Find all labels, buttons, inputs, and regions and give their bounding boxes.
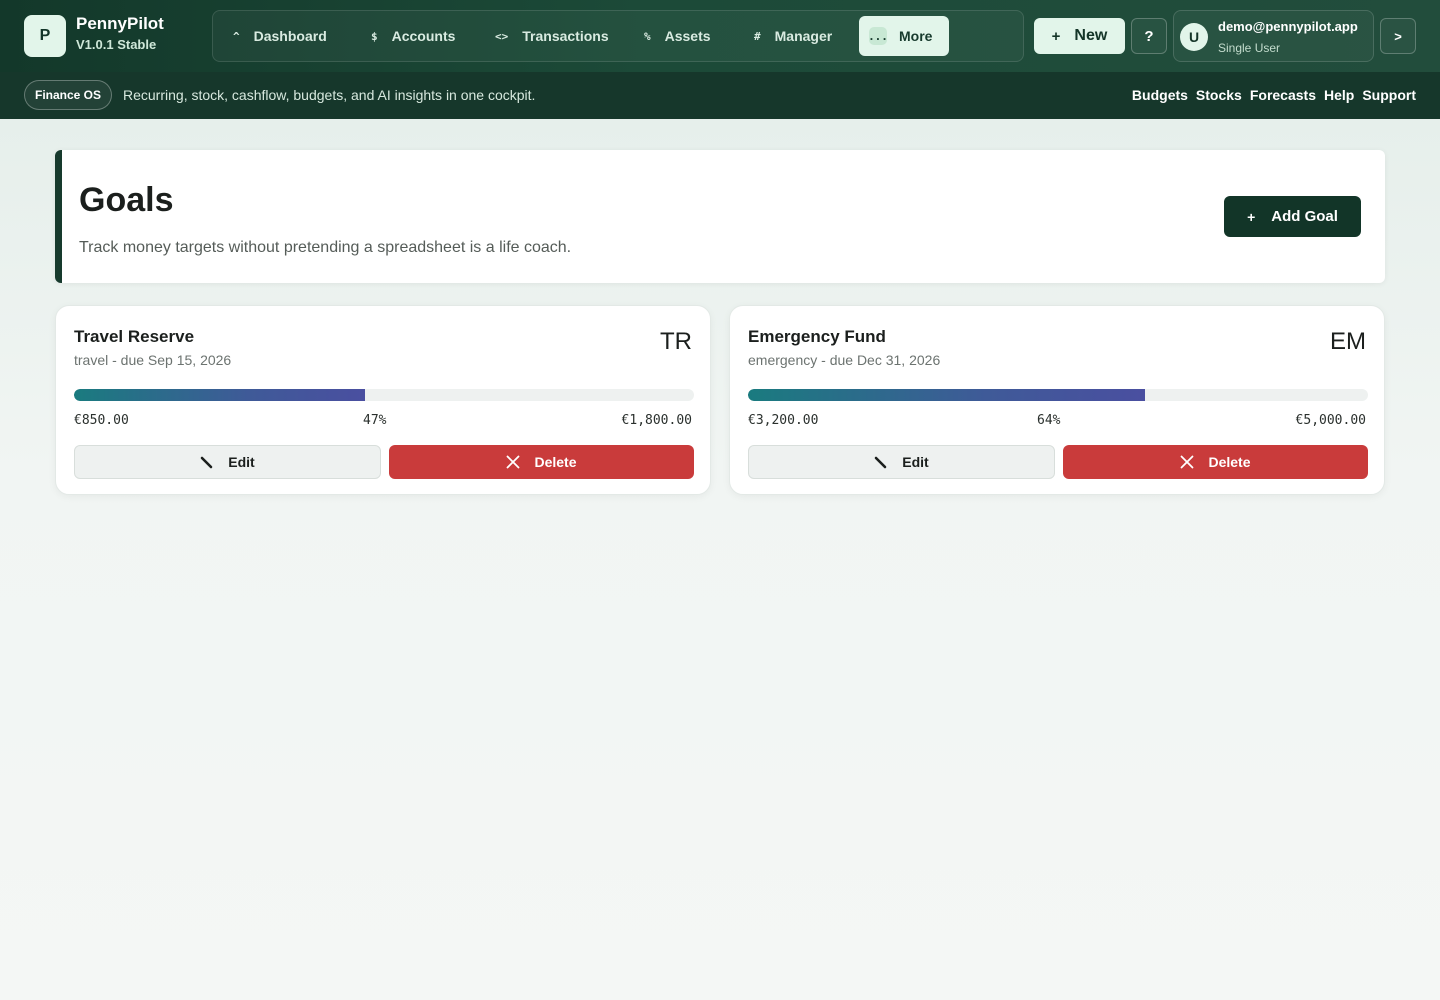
quick-link-support[interactable]: Support [1362, 87, 1416, 103]
collapse-button[interactable]: > [1380, 18, 1416, 54]
ellipsis-icon: ... [868, 27, 888, 45]
nav-item-more[interactable]: ... More [859, 16, 949, 56]
nav-item-label: Dashboard [253, 28, 327, 44]
edit-goal-button[interactable]: Edit [74, 445, 381, 479]
quick-link-budgets[interactable]: Budgets [1132, 87, 1188, 103]
user-menu[interactable]: U demo@pennypilot.app Single User [1173, 10, 1374, 62]
goal-progress-fill [748, 389, 1145, 401]
delete-label: Delete [534, 454, 577, 470]
goal-progress-bar [748, 389, 1368, 401]
edit-goal-button[interactable]: Edit [748, 445, 1055, 479]
dollar-icon: $ [371, 29, 378, 43]
pencil-icon [874, 455, 888, 469]
percent-icon: % [644, 29, 651, 43]
user-role: Single User [1218, 41, 1281, 55]
goal-name: Travel Reserve [74, 327, 195, 346]
goal-meta: travel - due Sep 15, 2026 [74, 352, 232, 368]
edit-label: Edit [228, 454, 255, 470]
goal-initials: TR [660, 328, 692, 355]
goal-current-amount: €3,200.00 [748, 413, 819, 428]
pencil-icon [200, 455, 214, 469]
nav-item-label: Transactions [522, 28, 609, 44]
top-bar: P PennyPilot V1.0.1 Stable ^ Dashboard $… [0, 0, 1440, 72]
avatar: U [1180, 23, 1208, 51]
goal-current-amount: €850.00 [74, 413, 129, 428]
goal-meta: emergency - due Dec 31, 2026 [748, 352, 941, 368]
close-icon [506, 455, 520, 469]
page-header: Goals Track money targets without preten… [55, 150, 1385, 283]
new-button[interactable]: + New [1034, 18, 1125, 54]
main-nav: ^ Dashboard $ Accounts <> Transactions %… [212, 10, 1024, 62]
nav-item-label: More [899, 28, 933, 44]
quick-link-stocks[interactable]: Stocks [1196, 87, 1242, 103]
page-subtitle: Track money targets without pretending a… [79, 239, 572, 256]
goal-progress-fill [74, 389, 366, 401]
quick-links: Budgets Stocks Forecasts Help Support [1132, 87, 1416, 103]
plus-icon: + [1051, 27, 1061, 45]
nav-item-manager[interactable]: # Manager [744, 16, 842, 56]
brand-name: PennyPilot [76, 14, 164, 33]
goal-percent: 47% [363, 413, 387, 428]
goal-card: Travel Reserve travel - due Sep 15, 2026… [55, 305, 711, 495]
hash-icon: # [754, 29, 761, 43]
nav-item-label: Manager [774, 28, 833, 44]
sub-bar: Finance OS Recurring, stock, cashflow, b… [0, 72, 1440, 119]
goal-name: Emergency Fund [748, 327, 886, 346]
page-title: Goals [79, 181, 174, 219]
nav-item-transactions[interactable]: <> Transactions [485, 16, 619, 56]
goal-progress-bar [74, 389, 694, 401]
delete-goal-button[interactable]: Delete [1063, 445, 1368, 479]
brand-version: V1.0.1 Stable [76, 37, 157, 52]
nav-item-assets[interactable]: % Assets [634, 16, 721, 56]
brand-logo[interactable]: P [24, 15, 66, 57]
nav-item-dashboard[interactable]: ^ Dashboard [223, 16, 337, 56]
user-email: demo@pennypilot.app [1218, 19, 1358, 34]
quick-link-forecasts[interactable]: Forecasts [1250, 87, 1316, 103]
help-button[interactable]: ? [1131, 18, 1167, 54]
tagline: Recurring, stock, cashflow, budgets, and… [123, 87, 536, 103]
edit-label: Edit [902, 454, 929, 470]
finance-os-badge[interactable]: Finance OS [24, 80, 113, 110]
plus-icon: + [1247, 208, 1256, 225]
add-goal-label: Add Goal [1271, 208, 1338, 225]
goal-target-amount: €5,000.00 [1295, 413, 1366, 428]
new-button-label: New [1074, 27, 1108, 44]
add-goal-button[interactable]: + Add Goal [1224, 196, 1361, 237]
quick-link-help[interactable]: Help [1324, 87, 1354, 103]
close-icon [1180, 455, 1194, 469]
goal-target-amount: €1,800.00 [621, 413, 692, 428]
goal-initials: EM [1330, 328, 1366, 355]
nav-item-accounts[interactable]: $ Accounts [361, 16, 465, 56]
dashboard-icon: ^ [233, 29, 240, 43]
nav-item-label: Accounts [391, 28, 456, 44]
code-arrows-icon: <> [495, 29, 509, 43]
goal-percent: 64% [1037, 413, 1061, 428]
goal-card: Emergency Fund emergency - due Dec 31, 2… [729, 305, 1385, 495]
nav-item-label: Assets [664, 28, 711, 44]
delete-goal-button[interactable]: Delete [389, 445, 694, 479]
delete-label: Delete [1208, 454, 1251, 470]
